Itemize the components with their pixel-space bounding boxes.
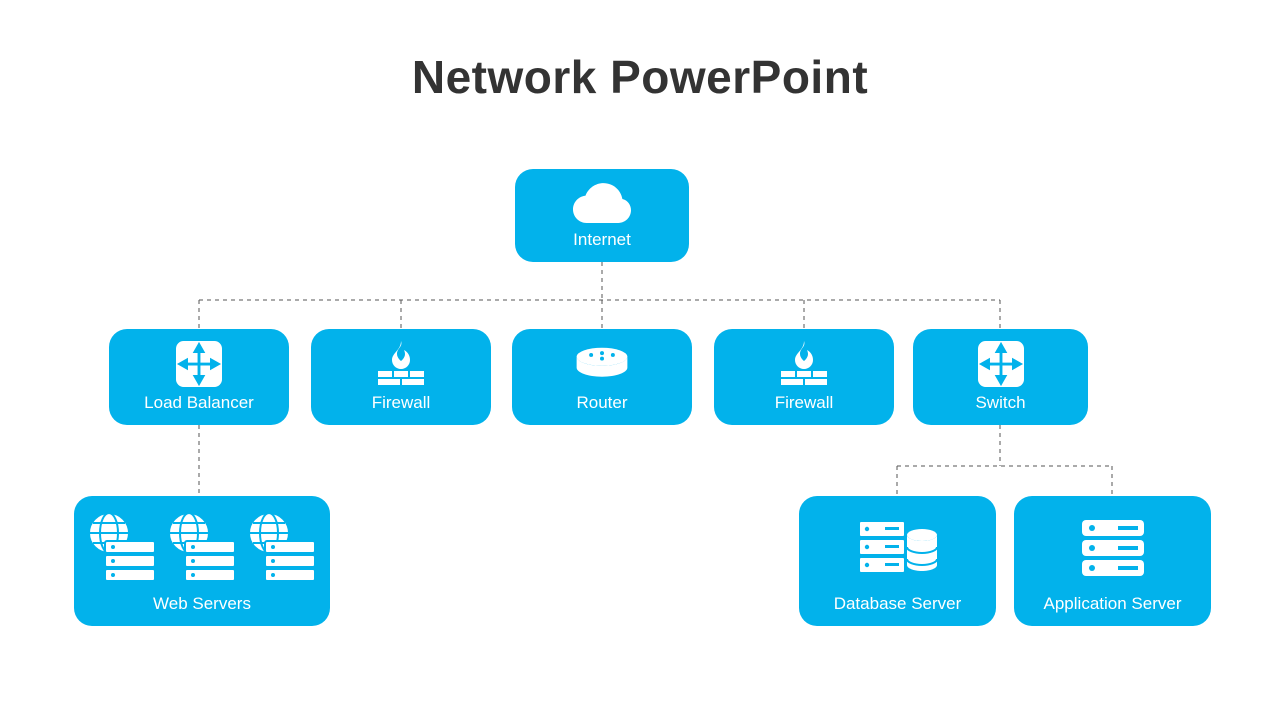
node-label: Firewall [775, 393, 834, 413]
switch-icon [923, 339, 1078, 389]
router-icon [522, 339, 682, 389]
node-database-server: Database Server [799, 496, 996, 626]
node-load-balancer: Load Balancer [109, 329, 289, 425]
node-firewall-2: Firewall [714, 329, 894, 425]
node-label: Load Balancer [144, 393, 254, 413]
web-servers-icon [84, 506, 320, 590]
page-title: Network PowerPoint [0, 50, 1280, 104]
node-web-servers: Web Servers [74, 496, 330, 626]
node-label: Web Servers [153, 594, 251, 614]
node-application-server: Application Server [1014, 496, 1211, 626]
load-balancer-icon [119, 339, 279, 389]
node-label: Internet [573, 230, 631, 250]
firewall-icon [724, 339, 884, 389]
application-server-icon [1024, 506, 1201, 590]
node-internet: Internet [515, 169, 689, 262]
node-label: Firewall [372, 393, 431, 413]
database-server-icon [809, 506, 986, 590]
node-firewall-1: Firewall [311, 329, 491, 425]
node-label: Switch [975, 393, 1025, 413]
node-label: Application Server [1044, 594, 1182, 614]
firewall-icon [321, 339, 481, 389]
node-label: Router [576, 393, 627, 413]
node-router: Router [512, 329, 692, 425]
node-switch: Switch [913, 329, 1088, 425]
cloud-icon [525, 179, 679, 226]
node-label: Database Server [834, 594, 962, 614]
